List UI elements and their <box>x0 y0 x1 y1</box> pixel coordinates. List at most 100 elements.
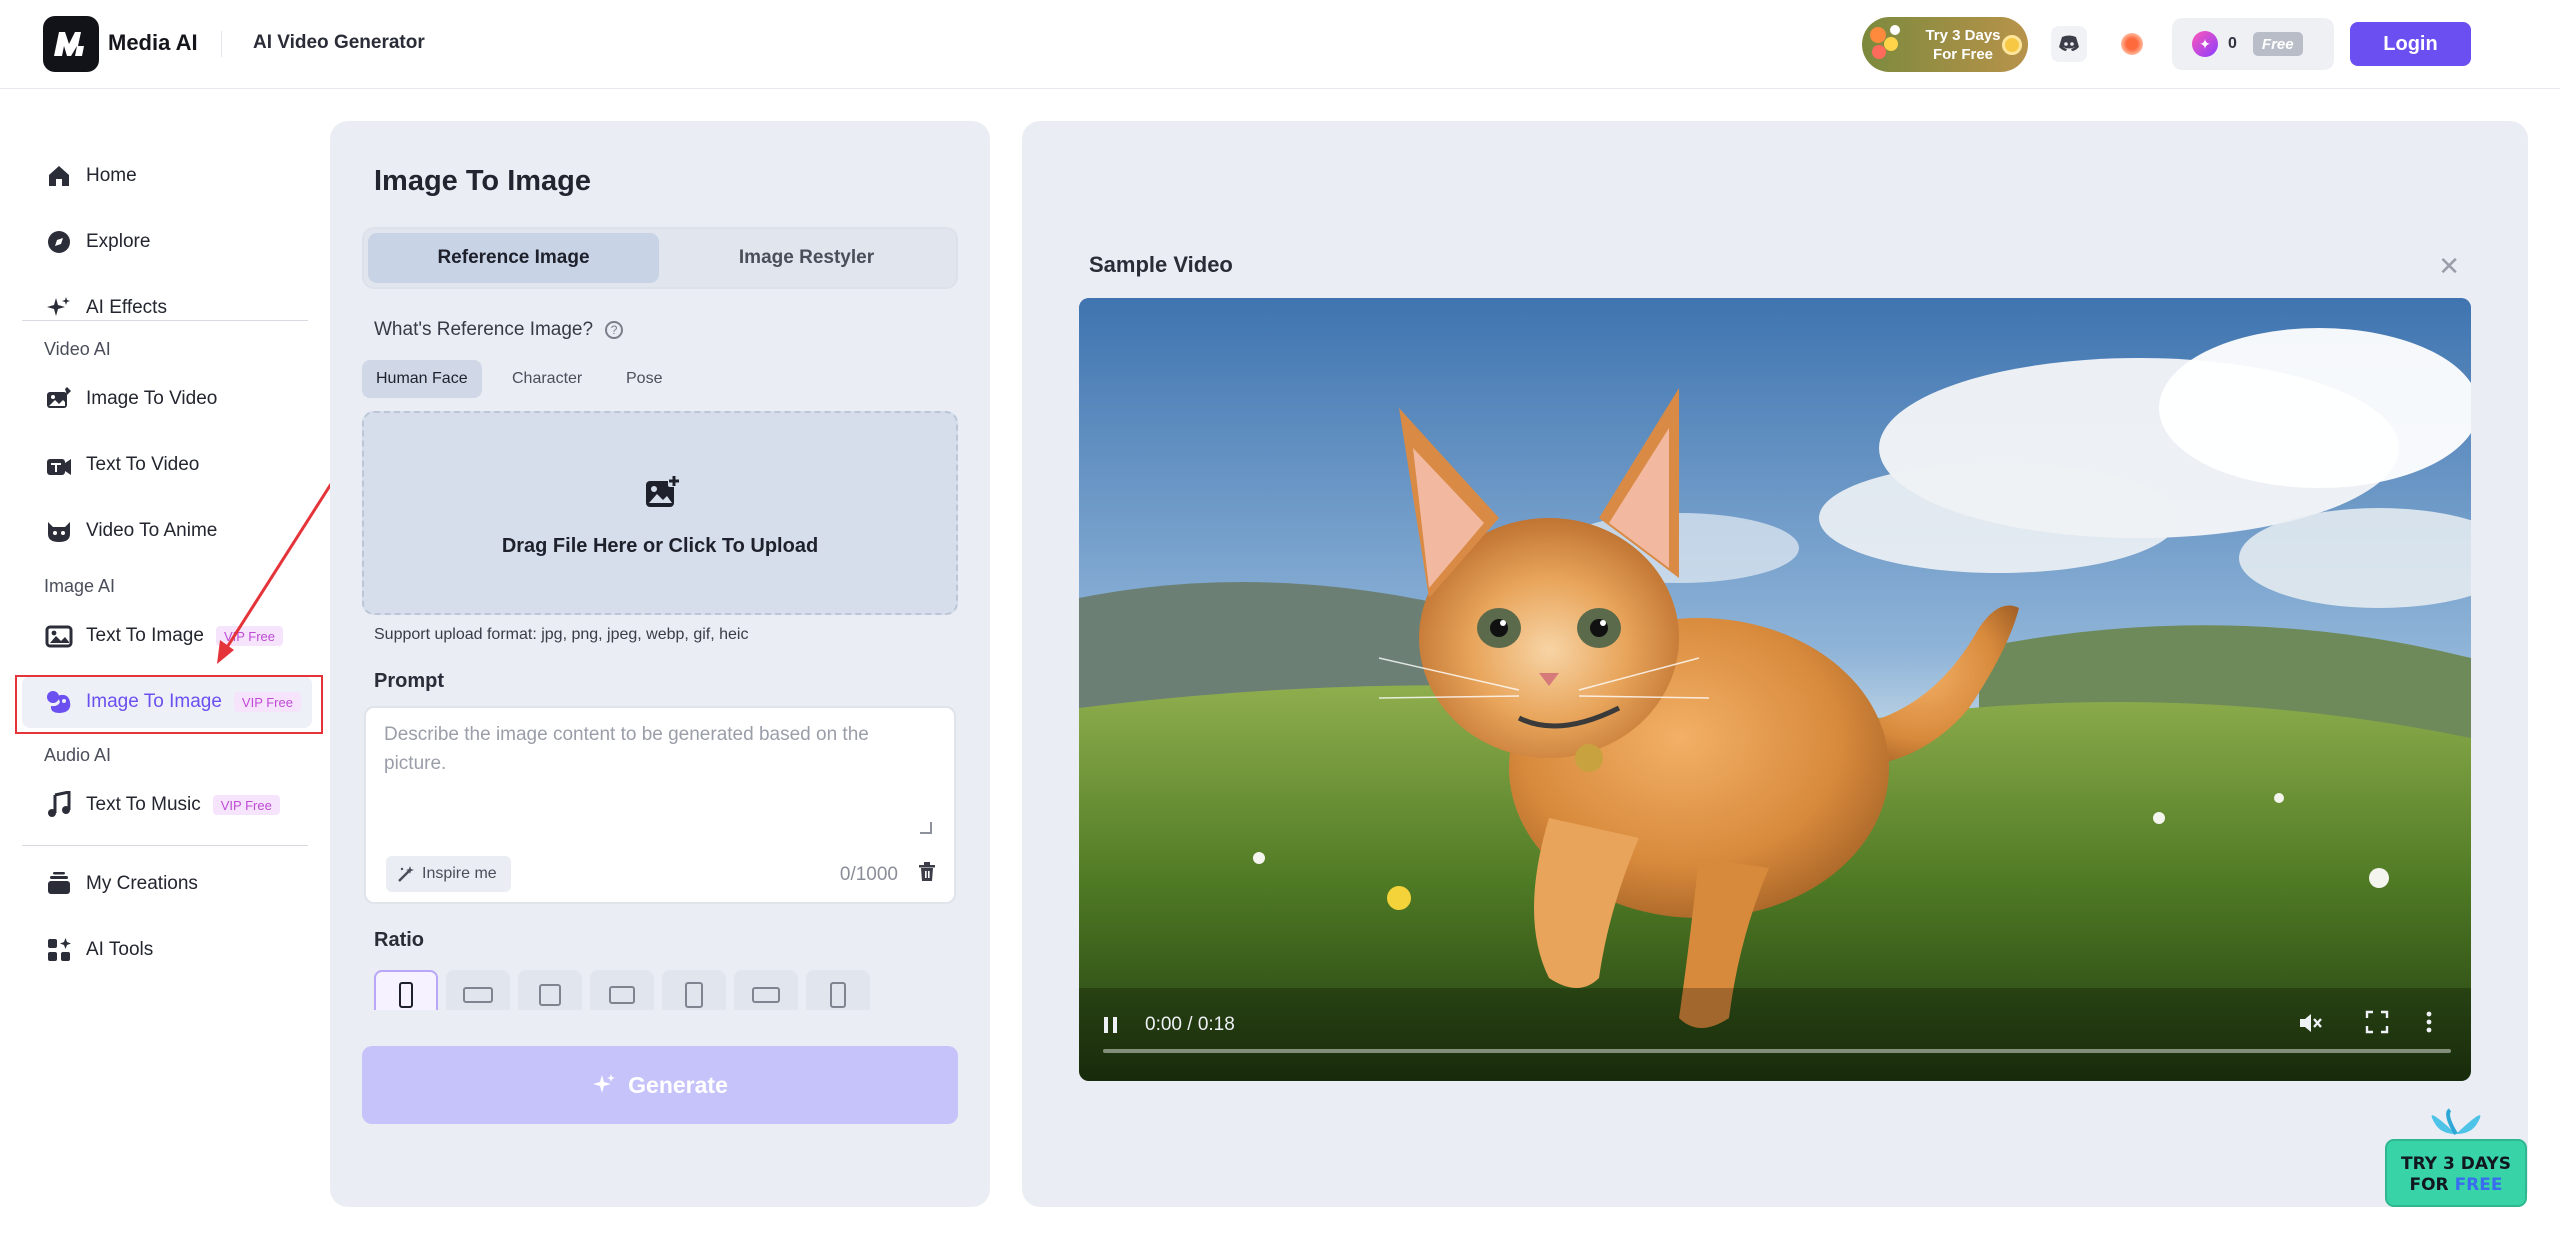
credit-star-icon: ✦ <box>2192 31 2218 57</box>
sidebar-item-label: Image To Video <box>86 388 218 409</box>
discord-icon <box>2059 35 2079 51</box>
floating-trial-line2: FOR FREE <box>2384 1175 2528 1196</box>
annotation-arrow <box>217 483 333 664</box>
sidebar-item-ai-effects[interactable]: AI Effects <box>22 282 312 334</box>
mute-icon[interactable] <box>2297 1010 2323 1036</box>
add-image-icon <box>646 475 680 507</box>
generate-label: Generate <box>628 1071 728 1098</box>
grid-tools-icon <box>44 935 74 965</box>
mode-tabs: Reference Image Image Restyler <box>362 227 958 289</box>
more-options-icon[interactable] <box>2425 1010 2433 1034</box>
help-icon[interactable]: ? <box>605 321 624 339</box>
supported-formats: Support upload format: jpg, png, jpeg, w… <box>374 626 749 643</box>
upload-instruction: Drag File Here or Click To Upload <box>501 535 819 557</box>
inspire-me-label: Inspire me <box>422 865 497 882</box>
sidebar-item-label: Explore <box>86 231 151 252</box>
sidebar-item-image-to-video[interactable]: Image To Video <box>22 373 312 425</box>
prompt-placeholder: Describe the image content to be generat… <box>384 724 869 774</box>
chip-pose[interactable]: Pose <box>612 360 676 398</box>
vip-free-badge: VIP Free <box>212 795 280 815</box>
sample-video-player[interactable]: 0:00 / 0:18 <box>1079 298 2471 1081</box>
sidebar-item-label: AI Tools <box>86 939 154 960</box>
sparkles-icon <box>44 293 74 323</box>
trash-icon[interactable] <box>918 862 936 882</box>
login-button[interactable]: Login <box>2350 22 2471 66</box>
text-video-icon <box>44 450 74 480</box>
home-icon <box>44 161 74 191</box>
brand-name: Media AI <box>108 30 198 55</box>
discord-button[interactable] <box>2051 26 2087 62</box>
compass-icon <box>44 227 74 257</box>
resize-handle-icon[interactable] <box>920 822 932 834</box>
sidebar-item-label: AI Effects <box>86 297 167 318</box>
anime-face-icon <box>44 516 74 546</box>
media-ai-logo[interactable] <box>43 16 99 72</box>
sidebar-item-label: My Creations <box>86 873 198 894</box>
ratio-option[interactable] <box>734 970 798 1010</box>
ratio-option[interactable] <box>662 970 726 1010</box>
video-progress-bar[interactable] <box>1103 1049 2451 1053</box>
trial-promo-button[interactable]: Try 3 Days For Free <box>1862 17 2028 72</box>
section-label-image-ai: Image AI <box>44 576 116 596</box>
generate-button[interactable]: Generate <box>362 1046 958 1124</box>
sidebar-item-home[interactable]: Home <box>22 150 312 202</box>
inspire-me-button[interactable]: Inspire me <box>386 856 511 892</box>
text-image-icon <box>44 621 74 651</box>
floating-trial-promo[interactable]: TRY 3 DAYS FOR FREE <box>2384 1104 2528 1208</box>
plan-badge: Free <box>2252 32 2303 56</box>
floating-trial-line1: TRY 3 DAYS <box>2401 1154 2511 1174</box>
image-video-icon <box>44 384 74 414</box>
character-count: 0/1000 <box>839 864 898 885</box>
floating-trial-label: TRY 3 DAYS FOR FREE <box>2384 1154 2528 1196</box>
ratio-option[interactable] <box>806 970 870 1010</box>
flower-decoration-icon <box>1868 23 1912 67</box>
credit-count: 0 <box>2228 35 2237 52</box>
layers-icon <box>44 869 74 899</box>
sidebar-item-my-creations[interactable]: My Creations <box>22 858 312 910</box>
sidebar-item-label: Text To Music <box>86 794 201 815</box>
sidebar-item-label: Video To Anime <box>86 520 218 541</box>
fullscreen-icon[interactable] <box>2365 1010 2389 1034</box>
page-heading: AI Video Generator <box>253 32 425 53</box>
sidebar-divider <box>22 845 308 846</box>
sparkle-icon <box>593 1074 616 1093</box>
close-icon[interactable]: ✕ <box>2438 251 2460 282</box>
video-frame-image <box>1079 298 2471 1081</box>
ratio-label: Ratio <box>374 929 424 951</box>
credits-display[interactable]: ✦ 0 Free <box>2172 18 2334 70</box>
section-label-audio-ai: Audio AI <box>44 745 112 765</box>
sidebar-item-ai-tools[interactable]: AI Tools <box>22 924 312 976</box>
section-label-video-ai: Video AI <box>44 339 111 359</box>
notification-dot-icon[interactable] <box>2121 33 2143 55</box>
ratio-option[interactable] <box>374 970 438 1010</box>
video-time: 0:00 / 0:18 <box>1145 1014 1235 1035</box>
chip-character[interactable]: Character <box>498 360 596 398</box>
prompt-textarea[interactable]: Describe the image content to be generat… <box>364 706 956 904</box>
music-note-icon <box>44 790 74 820</box>
ratio-option[interactable] <box>590 970 654 1010</box>
sidebar-item-label: Text To Image <box>86 625 204 646</box>
panel-title: Image To Image <box>374 165 592 197</box>
sidebar-item-label: Text To Video <box>86 454 200 475</box>
tab-reference-image[interactable]: Reference Image <box>368 233 659 283</box>
sidebar-divider <box>22 320 308 321</box>
floating-trial-free: FREE <box>2454 1175 2503 1195</box>
ratio-option[interactable] <box>446 970 510 1010</box>
reference-question-text: What's Reference Image? <box>374 319 594 340</box>
sidebar-item-explore[interactable]: Explore <box>22 216 312 268</box>
sidebar-item-label: Home <box>86 165 137 186</box>
floating-trial-for: FOR <box>2409 1175 2455 1195</box>
ratio-option[interactable] <box>518 970 582 1010</box>
top-bar: Media AI AI Video Generator Try 3 Days F… <box>0 0 2560 89</box>
tab-image-restyler[interactable]: Image Restyler <box>661 233 952 283</box>
reference-question: What's Reference Image? ? <box>374 319 624 341</box>
chip-human-face[interactable]: Human Face <box>362 360 482 398</box>
ratio-options <box>374 970 934 1010</box>
sidebar-item-text-to-music[interactable]: Text To Music VIP Free <box>22 779 312 831</box>
prompt-label: Prompt <box>374 670 444 692</box>
sun-icon <box>2002 35 2022 55</box>
generator-panel: Image To Image Reference Image Image Res… <box>330 121 990 1207</box>
annotation-highlight-box <box>15 675 323 734</box>
pause-icon[interactable] <box>1103 1014 1119 1036</box>
upload-dropzone[interactable]: Drag File Here or Click To Upload <box>362 411 958 615</box>
